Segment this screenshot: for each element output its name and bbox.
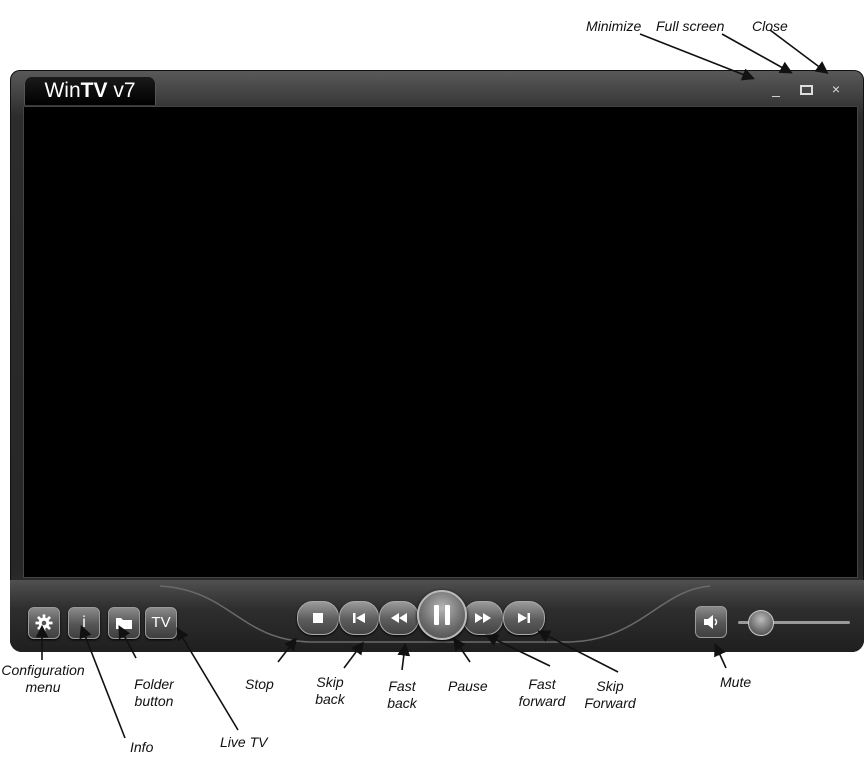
label-fast-back-line1: Fast [388, 678, 416, 694]
annotation-arrows [35, 29, 829, 739]
label-full-screen: Full screen [656, 18, 725, 34]
pause-button[interactable] [417, 590, 467, 640]
label-skip-back-line2: back [315, 691, 345, 707]
label-fast-forward-line2: forward [518, 693, 566, 709]
label-fast-forward-line1: Fast [528, 676, 556, 692]
label-live-tv: Live TV [220, 734, 268, 750]
label-skip-forward-line2: Forward [584, 695, 636, 711]
label-skip-back: Skip back [310, 674, 350, 708]
label-minimize: Minimize [586, 18, 642, 34]
label-configuration-menu: Configuration menu [0, 662, 86, 696]
label-mute: Mute [720, 674, 752, 690]
label-folder-line2: button [134, 693, 174, 709]
label-close: Close [752, 18, 788, 34]
label-folder-line1: Folder [134, 676, 174, 692]
label-stop: Stop [245, 676, 274, 692]
label-configuration-line2: menu [25, 679, 61, 695]
label-fast-back: Fast back [382, 678, 422, 712]
label-fast-forward: Fast forward [512, 676, 572, 710]
pause-icon [434, 605, 450, 625]
label-info: Info [130, 739, 154, 755]
label-skip-forward-line1: Skip [596, 678, 624, 694]
label-folder-button: Folder button [128, 676, 180, 710]
label-skip-forward: Skip Forward [578, 678, 642, 712]
label-pause: Pause [448, 678, 488, 694]
label-skip-back-line1: Skip [316, 674, 344, 690]
label-fast-back-line2: back [387, 695, 417, 711]
label-configuration-line1: Configuration [1, 662, 85, 678]
